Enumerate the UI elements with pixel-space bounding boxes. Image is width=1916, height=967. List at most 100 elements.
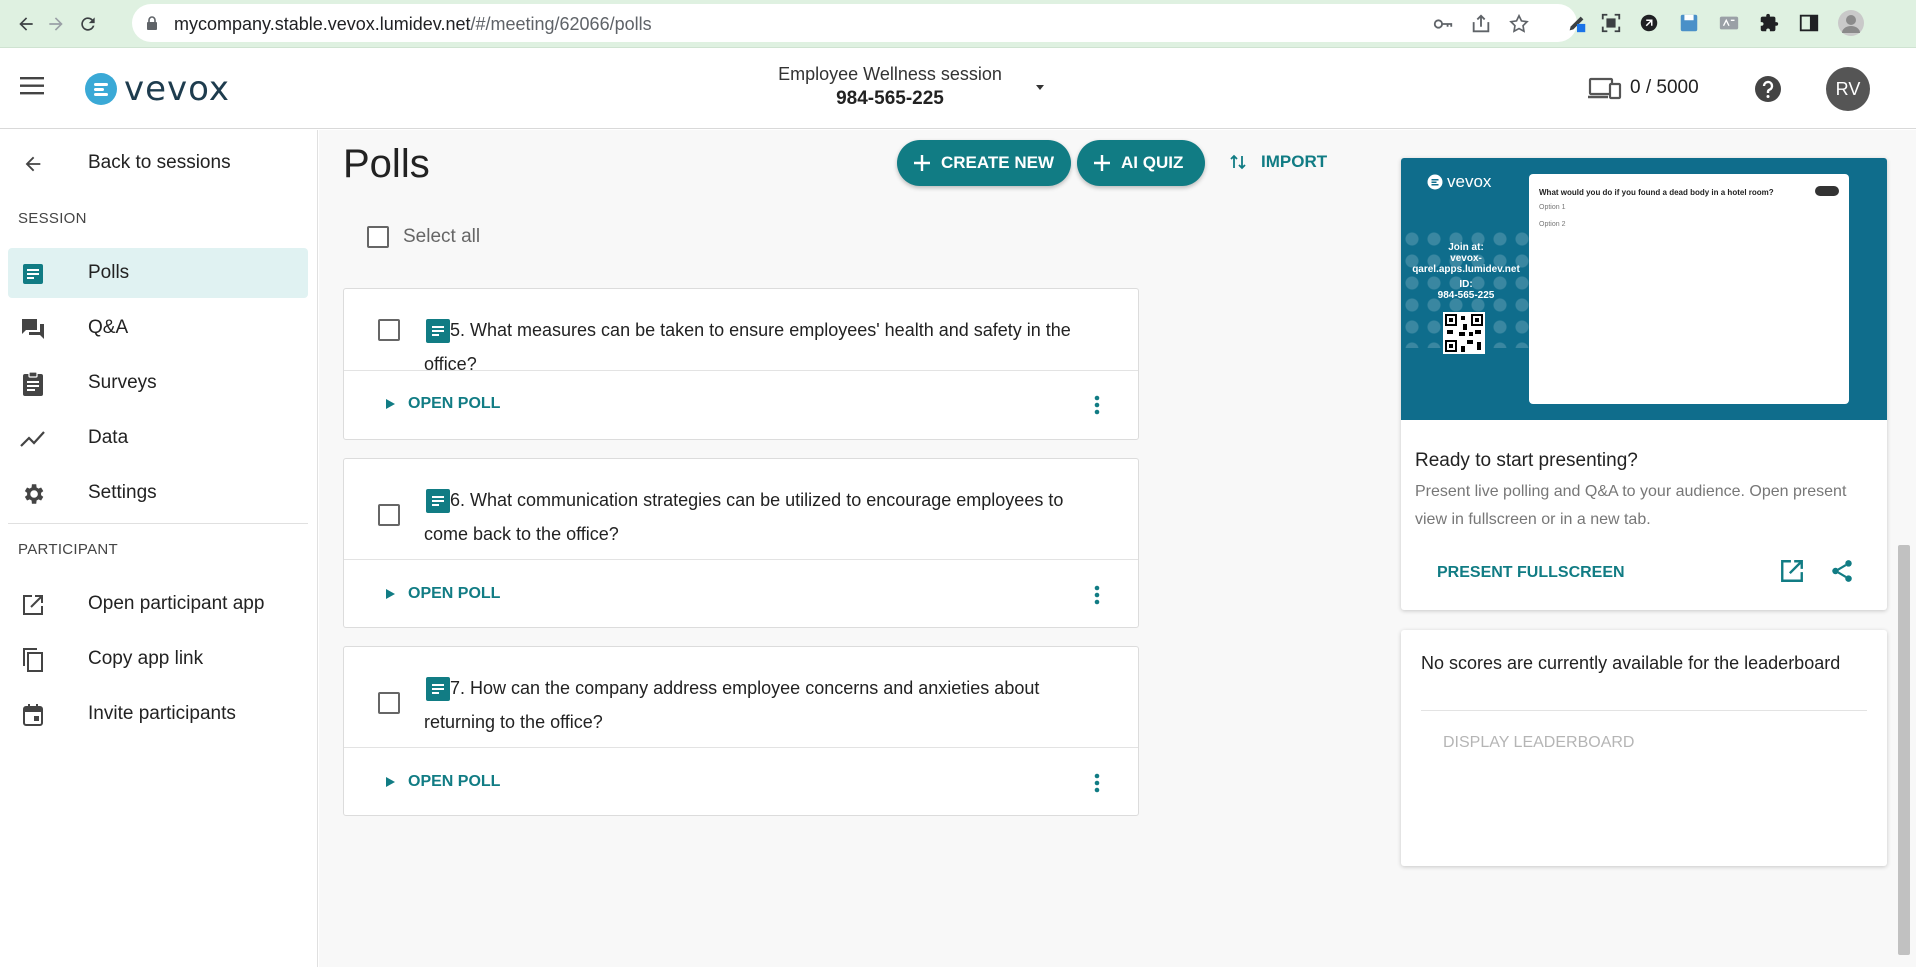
arrow-left-icon (20, 151, 46, 177)
url-text: mycompany.stable.vevox.lumidev.net/#/mee… (174, 14, 652, 35)
back-to-sessions-label: Back to sessions (88, 152, 231, 173)
open-poll-label: OPEN POLL (408, 773, 501, 790)
avatar[interactable]: RV (1826, 67, 1870, 111)
caret-down-icon[interactable] (1034, 84, 1046, 92)
sidebar-item-label: Data (88, 427, 129, 448)
sidepanel-icon[interactable] (1796, 10, 1822, 36)
present-preview[interactable]: vevox Join at: vevox-qarel.apps.lumidev.… (1401, 158, 1887, 420)
back-to-sessions-link[interactable]: Back to sessions (8, 138, 308, 188)
preview-id: 984-565-225 (1437, 290, 1495, 301)
scrollbar[interactable] (1898, 545, 1910, 955)
poll-checkbox[interactable] (378, 504, 400, 526)
sidebar-item-label: Polls (88, 262, 130, 283)
preview-join-label: Join at: (1448, 242, 1484, 253)
vevox-logo-icon (85, 73, 117, 105)
sidebar-item-label: Open participant app (88, 593, 265, 614)
save-extension-icon[interactable] (1676, 10, 1702, 36)
poll-question[interactable]: 6. What communication strategies can be … (424, 483, 1088, 551)
more-vertical-icon[interactable] (1094, 773, 1100, 793)
create-new-button[interactable]: CREATE NEW (897, 140, 1071, 186)
copy-app-link[interactable]: Copy app link (8, 634, 308, 684)
poll-card: 7. How can the company address employee … (343, 646, 1139, 816)
ready-description: Present live polling and Q&A to your aud… (1415, 483, 1847, 528)
select-all[interactable]: Select all (367, 226, 480, 248)
sidebar-item-label: Surveys (88, 372, 157, 393)
card-divider (344, 370, 1138, 371)
copy-icon (20, 647, 46, 673)
share-icon[interactable] (1829, 558, 1855, 584)
sidebar: Back to sessions SESSION Polls Q&A Surve… (0, 130, 318, 967)
present-fullscreen-button[interactable]: PRESENT FULLSCREEN (1437, 564, 1625, 582)
clipboard-icon (20, 371, 46, 397)
sidebar-item-surveys[interactable]: Surveys (8, 358, 308, 408)
vevox-logo-icon (1427, 174, 1443, 190)
forward-arrow-icon[interactable] (42, 10, 70, 38)
preview-option: Option 1 (1539, 204, 1566, 211)
open-poll-button[interactable]: OPEN POLL (384, 773, 500, 791)
open-participant-app-link[interactable]: Open participant app (8, 579, 308, 629)
card-divider (344, 559, 1138, 560)
browser-toolbar: mycompany.stable.vevox.lumidev.net/#/mee… (0, 0, 1916, 48)
plus-icon (1093, 154, 1111, 172)
gear-icon (20, 481, 46, 507)
ai-quiz-button[interactable]: AI QUIZ (1077, 140, 1205, 186)
poll-question[interactable]: 7. How can the company address employee … (424, 671, 1088, 739)
sidebar-item-qa[interactable]: Q&A (8, 303, 308, 353)
address-bar[interactable]: mycompany.stable.vevox.lumidev.net/#/mee… (132, 4, 1577, 42)
open-poll-label: OPEN POLL (408, 585, 501, 602)
pen-extension-icon[interactable] (1564, 10, 1590, 36)
help-icon[interactable] (1754, 75, 1782, 103)
back-arrow-icon[interactable] (12, 10, 40, 38)
sidebar-item-polls[interactable]: Polls (8, 248, 308, 298)
more-vertical-icon[interactable] (1094, 585, 1100, 605)
play-icon (386, 777, 395, 787)
share-page-icon[interactable] (1470, 13, 1492, 35)
card-divider (344, 747, 1138, 748)
sidebar-item-data[interactable]: Data (8, 413, 308, 463)
menu-icon[interactable] (20, 76, 46, 96)
open-new-tab-icon[interactable] (1779, 558, 1805, 584)
page-title: Polls (343, 142, 430, 186)
open-poll-label: OPEN POLL (408, 395, 501, 412)
poll-checkbox[interactable] (378, 319, 400, 341)
key-icon[interactable] (1432, 13, 1454, 35)
open-external-icon (20, 592, 46, 618)
poll-card: 6. What communication strategies can be … (343, 458, 1139, 628)
sidebar-divider (8, 523, 308, 524)
preview-id-label: ID: (1459, 279, 1473, 290)
present-card: vevox Join at: vevox-qarel.apps.lumidev.… (1401, 158, 1887, 610)
session-title[interactable]: Employee Wellness session (740, 64, 1040, 85)
sidebar-item-label: Invite participants (88, 703, 236, 724)
leaderboard-message: No scores are currently available for th… (1421, 653, 1841, 673)
leaderboard-divider (1421, 710, 1867, 711)
swap-vertical-icon (1229, 153, 1247, 171)
more-vertical-icon[interactable] (1094, 395, 1100, 415)
select-all-checkbox[interactable] (367, 226, 389, 248)
session-section-heading: SESSION (18, 210, 87, 227)
open-poll-button[interactable]: OPEN POLL (384, 585, 500, 603)
play-icon (386, 399, 395, 409)
display-leaderboard-button[interactable]: DISPLAY LEADERBOARD (1443, 734, 1634, 752)
poll-icon (20, 261, 46, 287)
url-path: /#/meeting/62066/polls (470, 14, 652, 34)
open-poll-button[interactable]: OPEN POLL (384, 395, 500, 413)
profile-photo-icon[interactable] (1838, 10, 1864, 36)
preview-option: Option 2 (1539, 221, 1566, 228)
invite-participants-link[interactable]: Invite participants (8, 689, 308, 739)
app-header: vevox Employee Wellness session 984-565-… (0, 49, 1916, 129)
sidebar-item-label: Copy app link (88, 648, 204, 669)
participant-section-heading: PARTICIPANT (18, 541, 118, 558)
trend-icon (20, 426, 46, 452)
puzzle-extension-icon[interactable] (1756, 10, 1782, 36)
poll-checkbox[interactable] (378, 692, 400, 714)
import-button[interactable]: IMPORT (1229, 152, 1327, 172)
plus-icon (913, 154, 931, 172)
notes-extension-icon[interactable] (1716, 10, 1742, 36)
sidebar-item-settings[interactable]: Settings (8, 468, 308, 518)
bookmark-star-icon[interactable] (1508, 13, 1530, 35)
reload-icon[interactable] (74, 10, 102, 38)
preview-badge (1815, 186, 1839, 196)
screenshot-extension-icon[interactable] (1598, 10, 1624, 36)
vevox-logo: vevox (84, 69, 230, 109)
shield-extension-icon[interactable] (1636, 10, 1662, 36)
